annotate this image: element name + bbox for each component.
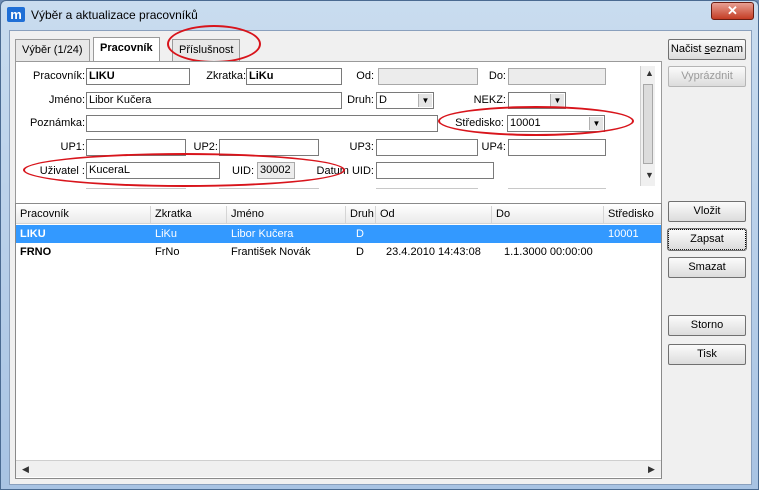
cell-pracovnik: FRNO [20,246,52,258]
stredisko-value: 10001 [510,117,541,129]
jmeno-label: Jméno: [48,94,85,106]
uid-label: UID: [232,165,254,177]
cell-stredisko: 10001 [608,228,639,240]
main-window: m Výběr a aktualizace pracovníků ✕ Výběr… [0,0,759,490]
button-label: Načist [670,43,705,55]
druh-select[interactable]: D ▼ [376,92,434,109]
scroll-right-icon[interactable]: ▶ [648,464,655,475]
cell-druh: D [356,228,364,240]
datum-uid-field[interactable] [376,162,494,179]
up1-field[interactable] [86,139,186,156]
column-header[interactable]: Do [492,206,604,224]
up2-field[interactable] [219,139,319,156]
vlozit-button[interactable]: Vložit [668,201,746,222]
form-vertical-scrollbar[interactable]: ▲ ▼ [640,66,655,186]
tisk-button[interactable]: Tisk [668,344,746,365]
up2-label: UP2: [193,141,218,153]
column-header[interactable]: Pracovník [16,206,151,224]
cell-jmeno: Libor Kučera [231,228,294,240]
app-icon: m [7,7,25,22]
scroll-thumb[interactable] [643,84,653,164]
uid-field[interactable]: 30002 [257,162,295,179]
button-label: eznam [710,43,744,55]
zkratka-field[interactable]: LiKu [246,68,342,85]
jmeno-field[interactable]: Libor Kučera [86,92,342,109]
pracovnik-label: Pracovník: [33,70,85,82]
stredisko-select[interactable]: 10001 ▼ [507,115,605,132]
column-header[interactable]: Od [376,206,492,224]
nekz-select[interactable]: ▼ [508,92,566,109]
scroll-up-icon[interactable]: ▲ [645,68,654,78]
tab-pracovnik[interactable]: Pracovník [93,37,160,61]
cell-pracovnik: LIKU [20,228,46,240]
up3-field[interactable] [376,139,478,156]
column-header[interactable]: Středisko [604,206,661,224]
partial-field-line [508,188,606,189]
column-header[interactable]: Druh [346,206,376,224]
table-row[interactable]: FRNO FrNo František Novák D 23.4.2010 14… [16,243,661,261]
od-field[interactable] [378,68,478,85]
table-horizontal-scrollbar[interactable]: ◀ ▶ [16,460,661,477]
partial-field-line [86,188,186,189]
employees-table: Pracovník Zkratka Jméno Druh Od Do Střed… [15,203,662,479]
nacist-seznam-button[interactable]: Načist seznam [668,39,746,60]
up4-label: UP4: [481,141,506,153]
scroll-down-icon[interactable]: ▼ [645,170,654,180]
cell-do: 1.1.3000 00:00:00 [504,246,593,258]
do-label: Do: [488,70,506,82]
title-bar[interactable]: m Výběr a aktualizace pracovníků ✕ [1,1,758,29]
tab-prislusnost[interactable]: Příslušnost [172,39,241,61]
up3-label: UP3: [349,141,374,153]
nekz-label: NEKZ: [473,94,506,106]
poznamka-label: Poznámka: [29,117,85,129]
scroll-left-icon[interactable]: ◀ [22,464,29,475]
od-label: Od: [356,70,374,82]
close-icon[interactable]: ✕ [711,2,754,20]
uzivatel-field[interactable]: KuceraL [86,162,220,179]
pracovnik-field[interactable]: LIKU [86,68,190,85]
column-header[interactable]: Zkratka [151,206,227,224]
tab-vyber[interactable]: Výběr (1/24) [15,39,90,61]
partial-field-line [219,188,319,189]
dropdown-arrow-icon[interactable]: ▼ [418,94,432,107]
partial-field-line [376,188,478,189]
do-field[interactable] [508,68,606,85]
up4-field[interactable] [508,139,606,156]
zapsat-button[interactable]: Zapsat [667,228,747,251]
vyprazdnit-button[interactable]: Vyprázdnit [668,66,746,87]
zkratka-label: Zkratka: [206,70,246,82]
table-row[interactable]: LIKU LiKu Libor Kučera D 10001 [16,225,661,243]
table-header: Pracovník Zkratka Jméno Druh Od Do Střed… [16,206,661,224]
poznamka-field[interactable] [86,115,438,132]
cell-zkratka: LiKu [155,228,178,240]
storno-button[interactable]: Storno [668,315,746,336]
column-header[interactable]: Jméno [227,206,346,224]
datum-uid-label: Datum UID: [316,165,374,177]
cell-od: 23.4.2010 14:43:08 [386,246,481,258]
stredisko-label: Středisko: [455,117,504,129]
smazat-button[interactable]: Smazat [668,257,746,278]
cell-do [492,225,604,243]
window-title: Výběr a aktualizace pracovníků [31,8,198,22]
cell-od [376,225,492,243]
cell-zkratka: FrNo [155,246,180,258]
dropdown-arrow-icon[interactable]: ▼ [550,94,564,107]
uzivatel-label: Uživatel : [39,165,85,177]
up1-label: UP1: [60,141,85,153]
cell-druh: D [356,246,364,258]
dropdown-arrow-icon[interactable]: ▼ [589,117,603,130]
cell-jmeno: František Novák [231,246,311,258]
client-area: Výběr (1/24) Pracovník Příslušnost Praco… [9,25,752,485]
druh-value: D [379,94,387,106]
cell-stredisko [604,243,661,261]
druh-label: Druh: [347,94,374,106]
